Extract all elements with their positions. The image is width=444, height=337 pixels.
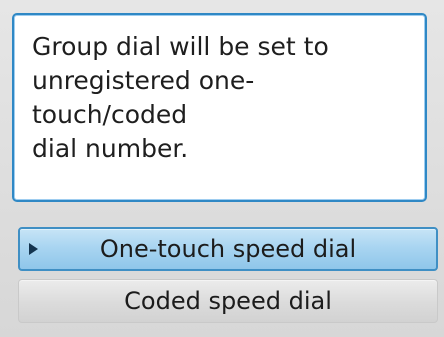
option-one-touch-speed-dial[interactable]: One-touch speed dial <box>18 227 438 271</box>
option-label: One-touch speed dial <box>99 235 357 263</box>
printer-lcd-screen: Group dial will be set to unregistered o… <box>0 0 444 337</box>
option-coded-speed-dial[interactable]: Coded speed dial <box>18 279 438 323</box>
message-panel: Group dial will be set to unregistered o… <box>12 13 427 202</box>
message-text: Group dial will be set to unregistered o… <box>32 32 329 163</box>
selection-cursor-icon <box>29 243 38 255</box>
option-label: Coded speed dial <box>124 287 332 315</box>
